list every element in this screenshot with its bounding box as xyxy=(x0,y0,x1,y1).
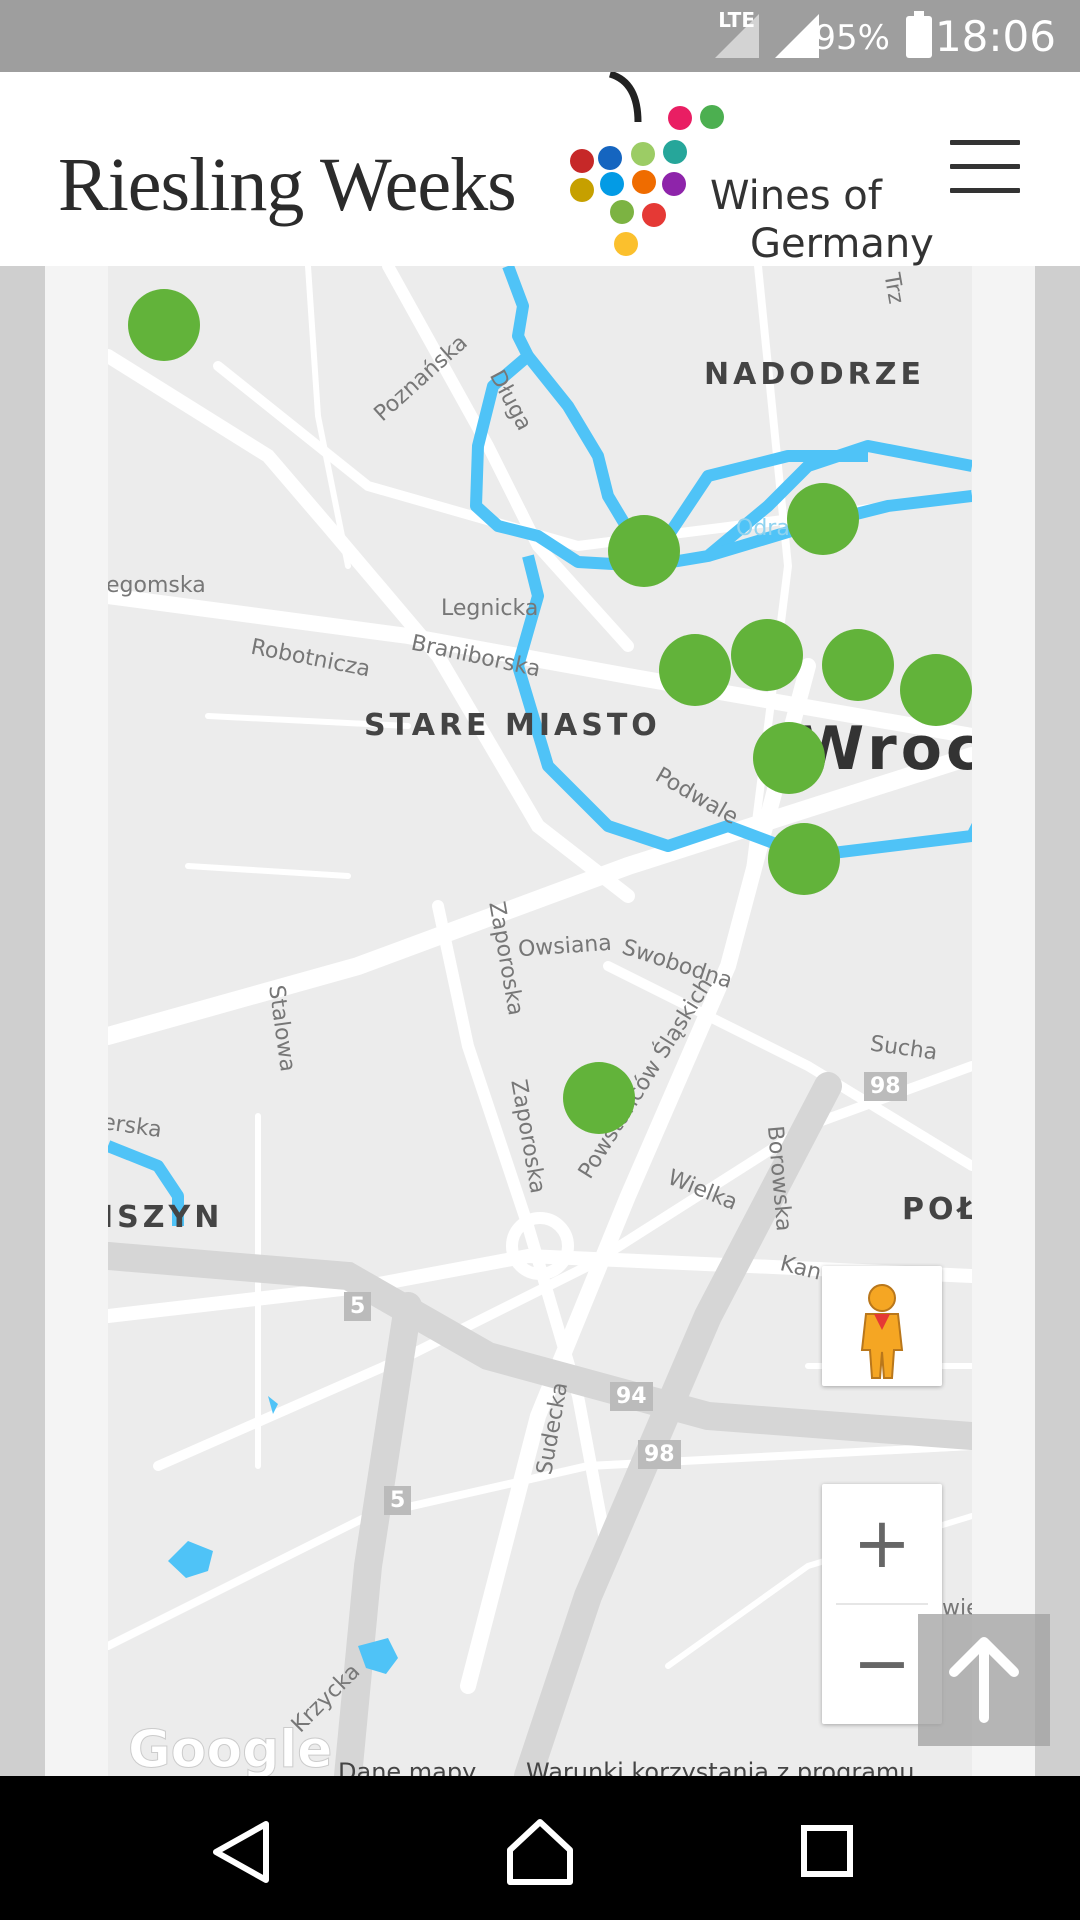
road-number: 94 xyxy=(610,1382,653,1411)
street-label: Odra xyxy=(736,516,790,541)
hamburger-menu-icon[interactable] xyxy=(950,140,1020,200)
road-number: 5 xyxy=(384,1486,412,1515)
street-view-control[interactable] xyxy=(822,1266,942,1386)
road-number: 5 xyxy=(344,1292,372,1321)
back-to-top-button[interactable] xyxy=(918,1614,1050,1746)
map-marker[interactable] xyxy=(563,1062,635,1134)
road-number: 98 xyxy=(864,1072,907,1101)
map-marker[interactable] xyxy=(659,634,731,706)
battery-percent: 95% xyxy=(814,18,890,58)
site-header: Riesling Weeks Wines of Germany xyxy=(0,72,1080,268)
pegman-icon xyxy=(860,1284,904,1379)
wines-of-germany-text: Wines of Germany xyxy=(710,172,934,268)
system-nav-bar xyxy=(0,1776,1080,1920)
recents-square-icon[interactable] xyxy=(788,1812,868,1892)
street-label: Legnicka xyxy=(441,596,539,621)
street-label: egomska xyxy=(108,573,206,598)
arrow-up-icon xyxy=(949,1637,1019,1723)
map-view[interactable]: NADODRZE STARE MIASTO ISZYN POŁ Wrocł Po… xyxy=(108,266,972,1776)
back-triangle-icon[interactable] xyxy=(200,1812,280,1892)
map-marker[interactable] xyxy=(822,629,894,701)
brand-title[interactable]: Riesling Weeks xyxy=(58,142,517,229)
district-label: POŁ xyxy=(902,1192,972,1227)
google-logo: Google xyxy=(127,1720,333,1781)
map-marker[interactable] xyxy=(768,823,840,895)
zoom-in-button[interactable]: + xyxy=(822,1484,942,1602)
status-bar: LTE 95% 18:06 xyxy=(0,0,1080,72)
district-label: NADODRZE xyxy=(704,357,925,392)
home-icon[interactable] xyxy=(500,1812,580,1892)
district-label: STARE MIASTO xyxy=(364,708,661,743)
signal-icon-lte xyxy=(715,14,759,58)
map-marker[interactable] xyxy=(608,515,680,587)
road-number: 98 xyxy=(638,1440,681,1469)
battery-icon xyxy=(906,11,932,58)
logo-line2: Germany xyxy=(750,221,934,267)
street-label: Trz xyxy=(878,271,909,306)
map-marker[interactable] xyxy=(787,483,859,555)
map-marker[interactable] xyxy=(753,722,825,794)
logo-line1: Wines of xyxy=(710,173,882,219)
map-marker[interactable] xyxy=(900,654,972,726)
clock: 18:06 xyxy=(934,12,1056,61)
map-marker[interactable] xyxy=(128,289,200,361)
district-label: ISZYN xyxy=(108,1200,224,1235)
map-marker[interactable] xyxy=(731,619,803,691)
